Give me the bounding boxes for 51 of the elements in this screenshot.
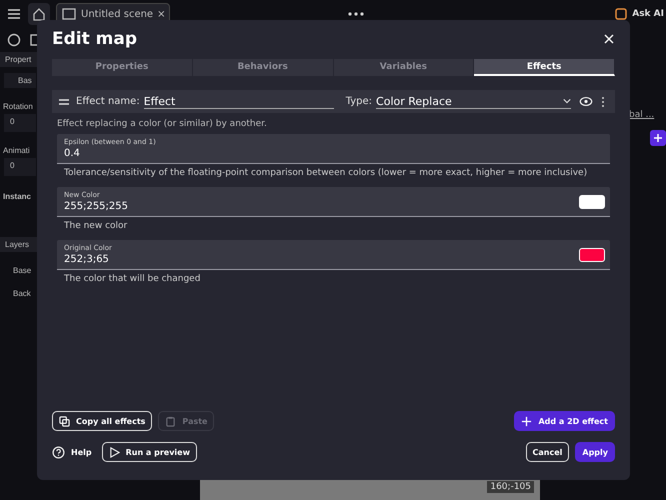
add-button[interactable]: [650, 130, 666, 146]
tab-close[interactable]: ×: [157, 8, 166, 20]
eye-icon[interactable]: [579, 96, 593, 107]
coordinates-label: 160;-105: [487, 481, 534, 493]
play-icon: [108, 446, 120, 458]
parameter-help: Tolerance/sensitivity of the floating-point comparison between colors (lower = more exact, higher = more inclusive): [64, 168, 588, 178]
layers-title: Layers: [0, 237, 40, 252]
ask-ai-button[interactable]: Ask AI: [613, 6, 666, 22]
copy-icon: [59, 416, 70, 426]
tab[interactable]: Properties: [52, 59, 193, 76]
effect-name-field[interactable]: Effect: [144, 94, 334, 108]
layer-item[interactable]: Back: [13, 289, 40, 298]
close-icon[interactable]: [603, 33, 615, 45]
more-icon[interactable]: [601, 96, 605, 108]
help-icon: [52, 446, 65, 458]
menu-icon[interactable]: [6, 6, 22, 22]
layer-item[interactable]: Base: [13, 266, 40, 275]
drag-handle-icon[interactable]: [58, 98, 70, 106]
chevron-down-icon: [563, 98, 571, 104]
animation-field[interactable]: 0: [4, 158, 36, 176]
plus-icon: [653, 133, 663, 143]
clipboard-icon: [165, 416, 176, 426]
copy-all-effects-button[interactable]: Copy all effects: [52, 411, 152, 431]
effect-description: Effect replacing a color (or similar) by another.: [57, 119, 268, 129]
color-swatch[interactable]: [579, 248, 605, 262]
instances-label: Instanc: [3, 192, 32, 201]
home-icon: [31, 6, 47, 22]
panel-title: Propert: [0, 52, 40, 67]
rotation-label: Rotation: [3, 102, 34, 111]
apply-button[interactable]: Apply: [575, 442, 615, 462]
cancel-button[interactable]: Cancel: [526, 442, 570, 462]
type-label: Type:: [346, 96, 372, 107]
add-effect-button[interactable]: Add a 2D effect: [514, 411, 615, 431]
run-preview-button[interactable]: Run a preview: [102, 442, 197, 462]
rotation-field[interactable]: 0: [4, 114, 36, 132]
help-button[interactable]: Help: [52, 442, 96, 462]
film-icon: [61, 6, 77, 22]
tab-label: Untitled scene: [81, 8, 154, 20]
plus-icon: [521, 416, 532, 426]
animation-label: Animati: [3, 146, 31, 155]
link-text[interactable]: bal ...: [629, 110, 654, 120]
effect-name-label: Effect name:: [76, 96, 140, 107]
tab[interactable]: Behaviors: [192, 59, 334, 76]
more-icon[interactable]: [346, 11, 366, 17]
dialog-title: Edit map: [52, 29, 138, 49]
parameter-help: The color that will be changed: [64, 274, 202, 284]
layer-field[interactable]: Bas: [4, 73, 36, 88]
color-swatch[interactable]: [579, 194, 605, 208]
parameter-help: The new color: [64, 221, 128, 231]
tab[interactable]: Effects: [474, 59, 615, 76]
type-dropdown[interactable]: Color Replace: [376, 94, 571, 108]
